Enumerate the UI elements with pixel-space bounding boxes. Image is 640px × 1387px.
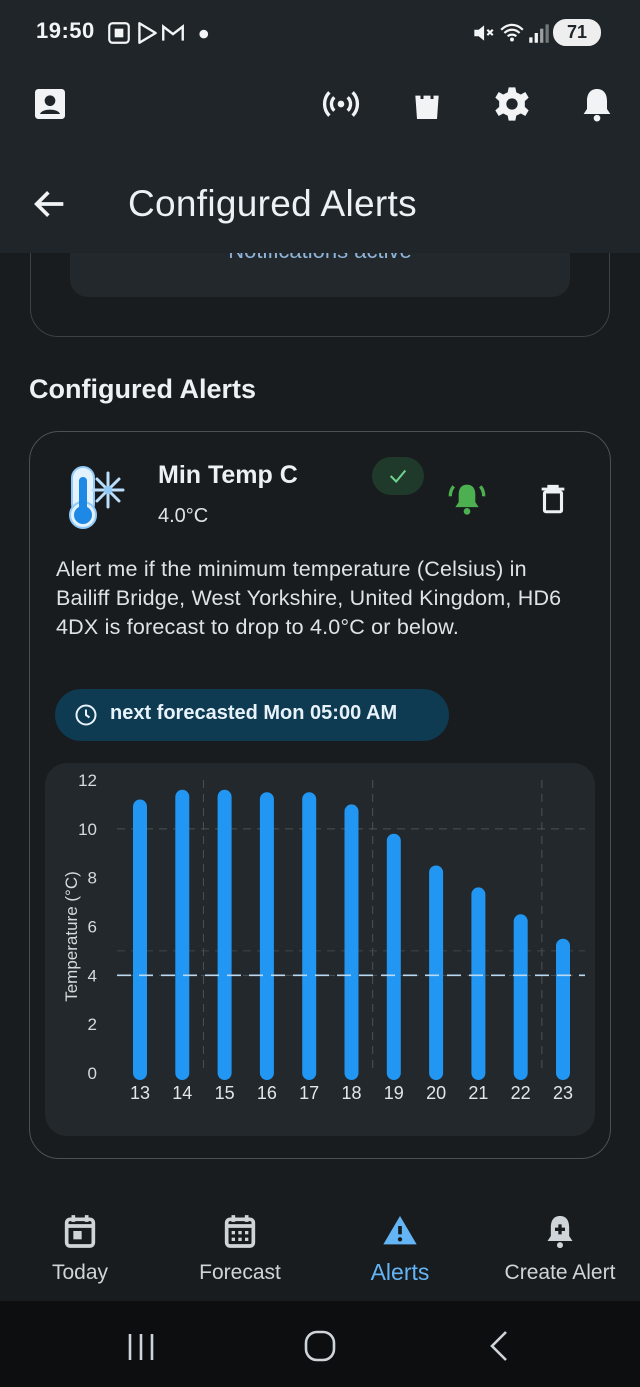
x-tick-label: 17 <box>299 1083 319 1103</box>
chart-bar <box>386 833 401 1080</box>
wifi-icon <box>500 23 524 42</box>
alert-threshold: 4.0°C <box>158 505 209 527</box>
x-tick-label: 18 <box>341 1083 361 1103</box>
thermometer-snowflake-icon <box>69 466 125 529</box>
gmail-icon <box>162 24 184 41</box>
previous-card-viewport: Notifications active <box>0 253 640 363</box>
chart-bar <box>175 789 190 1080</box>
dot-icon <box>199 29 209 39</box>
recents-icon[interactable] <box>122 1330 160 1364</box>
x-tick-label: 20 <box>426 1083 446 1103</box>
settings-icon[interactable] <box>492 84 532 124</box>
screenshot-icon <box>108 22 130 44</box>
nav-item-label: Forecast <box>199 1261 281 1284</box>
section-title: Configured Alerts <box>29 374 257 404</box>
back-arrow-icon[interactable] <box>30 184 70 224</box>
calendar-day-icon <box>64 1215 96 1248</box>
y-tick-label: 2 <box>88 1015 97 1034</box>
x-tick-label: 16 <box>257 1083 277 1103</box>
chart-bar <box>513 914 528 1080</box>
battery-level: 71 <box>566 22 588 42</box>
check-icon <box>389 469 407 483</box>
status-time: 19:50 <box>36 18 95 43</box>
x-tick-label: 22 <box>511 1083 531 1103</box>
alert-name: Min Temp C <box>158 461 298 489</box>
chart-bar <box>133 799 147 1080</box>
y-tick-label: 0 <box>88 1064 97 1083</box>
chart-bar <box>302 792 317 1080</box>
nav-item-label: Alerts <box>370 1259 430 1285</box>
chart-bar <box>556 938 570 1080</box>
temperature-chart: 0 2 4 6 8 10 12 Temperature (°C) 13 14 15 16 17 18 19 2… <box>62 771 585 1103</box>
home-icon[interactable] <box>302 1328 338 1364</box>
y-axis-label: Temperature (°C) <box>62 871 81 1002</box>
signal-icon <box>529 24 549 43</box>
back-icon[interactable] <box>484 1328 514 1364</box>
x-tick-label: 19 <box>384 1083 404 1103</box>
x-tick-label: 23 <box>553 1083 573 1103</box>
y-tick-label: 8 <box>88 869 97 888</box>
alarm-bell-icon[interactable] <box>446 478 488 518</box>
warning-icon <box>383 1216 417 1245</box>
page-title: Configured Alerts <box>128 183 417 224</box>
x-tick-label: 14 <box>172 1083 192 1103</box>
account-icon[interactable] <box>30 84 70 124</box>
clock-icon <box>75 704 97 726</box>
calendar-grid-icon <box>224 1215 256 1248</box>
nav-item-today[interactable]: Today <box>0 1195 160 1301</box>
x-tick-label: 13 <box>130 1083 150 1103</box>
chart-bar <box>471 887 486 1080</box>
bell-icon[interactable] <box>577 84 617 124</box>
chart-bar <box>429 865 444 1080</box>
alert-description: Alert me if the minimum temperature (Cel… <box>56 557 562 639</box>
bottom-nav-items: Today Forecast Alerts Create Alert <box>0 1195 640 1301</box>
play-store-icon <box>138 22 157 44</box>
nav-item-label: Create Alert <box>504 1261 616 1284</box>
enabled-chip[interactable] <box>372 457 424 495</box>
y-tick-label: 4 <box>88 966 97 985</box>
mute-icon <box>474 25 494 41</box>
notifications-status-text: Notifications active <box>0 253 640 264</box>
y-tick-label: 10 <box>78 820 97 839</box>
chart-bar <box>217 789 232 1080</box>
trash-icon[interactable] <box>536 480 570 518</box>
shopping-bag-icon[interactable] <box>407 84 447 124</box>
chart-bar <box>344 804 359 1080</box>
x-tick-label: 21 <box>468 1083 488 1103</box>
nav-item-alerts[interactable]: Alerts <box>320 1195 480 1301</box>
nav-item-create-alert[interactable]: Create Alert <box>480 1195 640 1301</box>
battery-indicator: 71 <box>553 19 601 46</box>
broadcast-icon[interactable] <box>321 84 361 124</box>
bell-plus-icon <box>547 1216 573 1249</box>
nav-item-forecast[interactable]: Forecast <box>160 1195 320 1301</box>
nav-item-label: Today <box>51 1261 109 1284</box>
y-tick-label: 12 <box>78 771 97 790</box>
next-forecast-text: next forecasted Mon 05:00 AM <box>110 702 398 724</box>
chart-bar <box>259 792 274 1080</box>
x-tick-label: 15 <box>215 1083 235 1103</box>
y-tick-label: 6 <box>88 918 97 937</box>
